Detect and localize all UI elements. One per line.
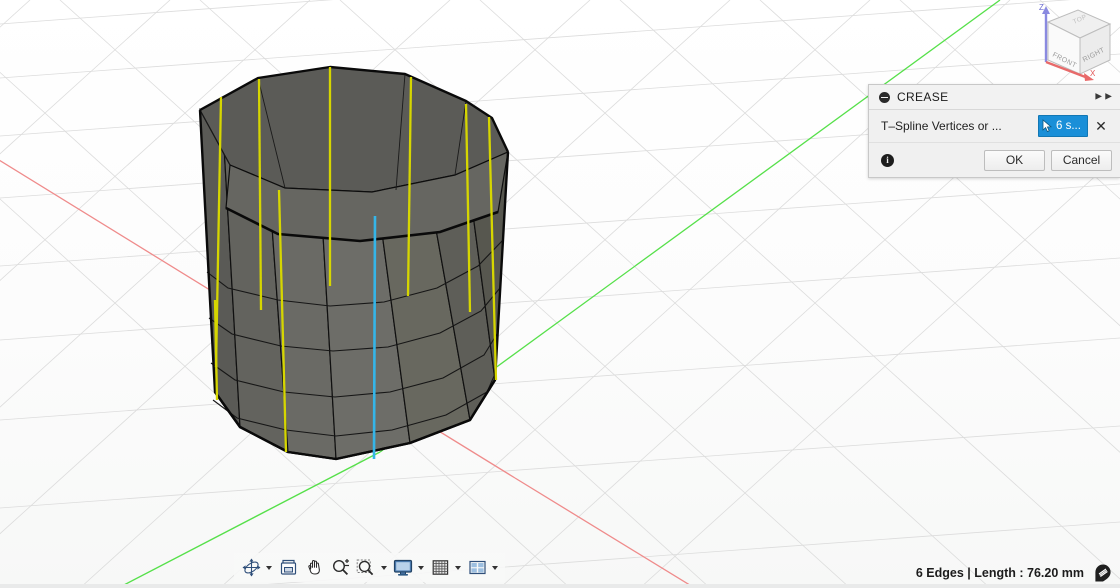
crease-dialog-header[interactable]: CREASE ►► bbox=[869, 85, 1120, 110]
display-settings-dropdown-caret[interactable] bbox=[415, 555, 426, 580]
crease-dialog-footer: i OK Cancel bbox=[869, 143, 1120, 177]
model-inner-surface bbox=[199, 66, 509, 243]
cancel-button[interactable]: Cancel bbox=[1051, 149, 1112, 171]
ok-button[interactable]: OK bbox=[984, 149, 1045, 171]
navigation-toolbar[interactable] bbox=[234, 553, 505, 582]
nav-item-zoom-window[interactable] bbox=[353, 554, 390, 581]
nav-item-orbit[interactable] bbox=[238, 554, 275, 581]
nav-item-look-at[interactable] bbox=[275, 554, 301, 581]
selection-row: T–Spline Vertices or ... 6 s... ✕ bbox=[869, 110, 1120, 143]
nav-item-zoom[interactable] bbox=[327, 554, 353, 581]
look-at-icon[interactable] bbox=[276, 555, 300, 580]
selection-count-badge[interactable]: 6 s... bbox=[1038, 115, 1088, 137]
viewcube-z-label: Z bbox=[1039, 3, 1044, 12]
grid-snaps-dropdown-caret[interactable] bbox=[452, 555, 463, 580]
nav-item-viewports[interactable] bbox=[464, 554, 501, 581]
minus-circle-icon[interactable] bbox=[879, 91, 890, 103]
zoom-window-icon[interactable] bbox=[354, 555, 378, 580]
orbit-dropdown-caret[interactable] bbox=[263, 555, 274, 580]
crease-dialog-title: CREASE bbox=[897, 90, 949, 104]
orbit-icon[interactable] bbox=[239, 555, 263, 580]
status-text: 6 Edges | Length : 76.20 mm bbox=[915, 566, 1084, 580]
bottom-strip bbox=[0, 584, 1120, 588]
grid-icon[interactable] bbox=[428, 555, 452, 580]
crease-dialog[interactable]: CREASE ►► T–Spline Vertices or ... 6 s..… bbox=[868, 84, 1120, 178]
selected-edge bbox=[372, 215, 377, 460]
nav-item-grid-snaps[interactable] bbox=[427, 554, 464, 581]
selection-row-label: T–Spline Vertices or ... bbox=[881, 119, 1002, 133]
nav-item-pan[interactable] bbox=[301, 554, 327, 581]
pan-hand-icon[interactable] bbox=[302, 555, 326, 580]
double-chevron-right-icon[interactable]: ►► bbox=[1093, 91, 1114, 103]
viewcube-x-label: X bbox=[1090, 69, 1096, 78]
cursor-arrow-icon bbox=[1042, 119, 1053, 133]
fusion-app-window: Z X FRONT RIGHT TOP CREASE ►► T–Spline V… bbox=[0, 0, 1120, 588]
zoom-magnifier-icon[interactable] bbox=[328, 555, 352, 580]
zoom-window-dropdown-caret[interactable] bbox=[378, 555, 389, 580]
monitor-icon[interactable] bbox=[391, 555, 415, 580]
markup-pin-icon[interactable] bbox=[1092, 562, 1114, 584]
clear-selection-icon[interactable]: ✕ bbox=[1088, 118, 1114, 135]
viewports-icon[interactable] bbox=[465, 555, 489, 580]
nav-item-display-settings[interactable] bbox=[390, 554, 427, 581]
view-cube[interactable]: Z X FRONT RIGHT TOP bbox=[1014, 0, 1118, 86]
viewports-dropdown-caret[interactable] bbox=[489, 555, 500, 580]
info-icon[interactable]: i bbox=[881, 153, 894, 167]
selection-count-text: 6 s... bbox=[1056, 120, 1081, 132]
status-bar: 6 Edges | Length : 76.20 mm bbox=[916, 560, 1120, 586]
